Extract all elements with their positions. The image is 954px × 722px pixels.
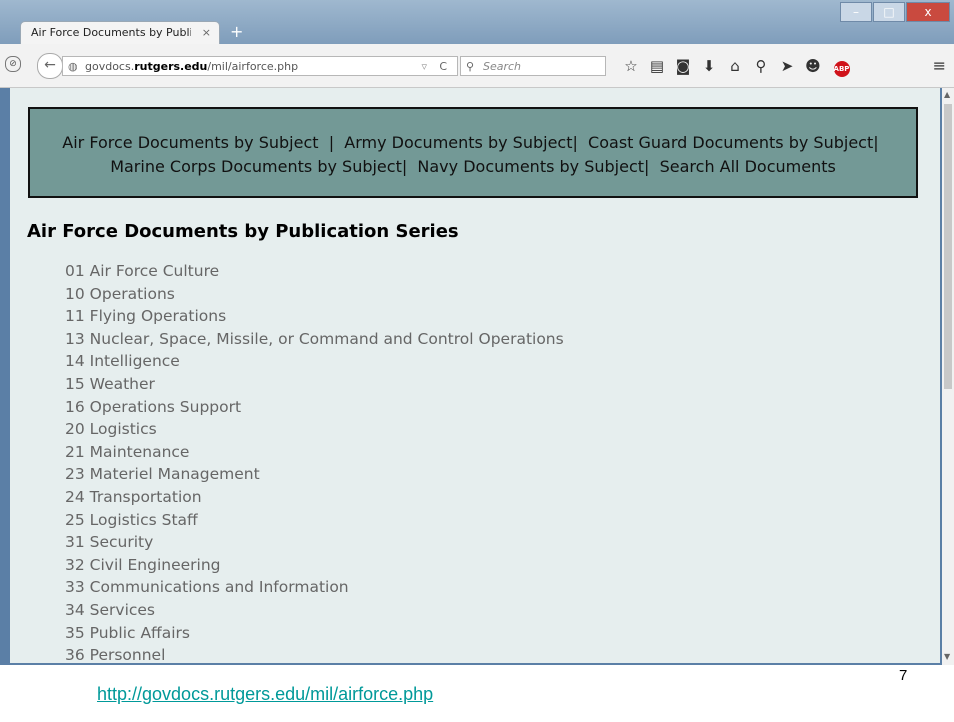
pocket-icon[interactable]: ◙ <box>670 56 696 77</box>
series-link-16[interactable]: 16 Operations Support <box>65 396 564 419</box>
search-input[interactable]: ⚲ Search <box>460 56 606 76</box>
series-link-24[interactable]: 24 Transportation <box>65 486 564 509</box>
series-link-35[interactable]: 35 Public Affairs <box>65 622 564 645</box>
page-title: Air Force Documents by Publication Serie… <box>27 221 459 242</box>
series-link-25[interactable]: 25 Logistics Staff <box>65 509 564 532</box>
sidebar-icon[interactable]: ⊘ <box>5 56 21 72</box>
series-link-34[interactable]: 34 Services <box>65 599 564 622</box>
page-content: Air Force Documents by Subject | Army Do… <box>10 88 940 663</box>
toolbar-icons: ☆ ▤ ◙ ⬇ ⌂ ⚲ ➤ ☻ ABP <box>618 56 852 77</box>
search-icon: ⚲ <box>466 60 475 73</box>
series-link-10[interactable]: 10 Operations <box>65 283 564 306</box>
link-army-by-subject[interactable]: Army Documents by Subject <box>344 133 572 152</box>
vertical-scrollbar[interactable]: ▲ ▼ <box>942 88 954 665</box>
send-icon[interactable]: ➤ <box>774 56 800 77</box>
series-list: 01 Air Force Culture 10 Operations 11 Fl… <box>65 260 564 663</box>
link-coast-guard-by-subject[interactable]: Coast Guard Documents by Subject <box>588 133 873 152</box>
link-marine-corps-by-subject[interactable]: Marine Corps Documents by Subject <box>110 157 402 176</box>
window-controls: – □ x <box>839 2 950 22</box>
bookmark-star-icon[interactable]: ☆ <box>618 56 644 77</box>
separator: | <box>572 133 578 152</box>
adblock-icon[interactable]: ABP <box>826 56 852 77</box>
slide-number: 7 <box>899 667 908 684</box>
series-link-33[interactable]: 33 Communications and Information <box>65 576 564 599</box>
slide-url-link[interactable]: http://govdocs.rutgers.edu/mil/airforce.… <box>97 684 433 705</box>
series-link-32[interactable]: 32 Civil Engineering <box>65 554 564 577</box>
reading-list-icon[interactable]: ▤ <box>644 56 670 77</box>
separator: | <box>328 133 335 152</box>
title-bar: Air Force Documents by Public... × + – □… <box>0 0 954 44</box>
tab-title: Air Force Documents by Public... <box>31 26 191 39</box>
series-link-01[interactable]: 01 Air Force Culture <box>65 260 564 283</box>
series-link-14[interactable]: 14 Intelligence <box>65 350 564 373</box>
series-link-21[interactable]: 21 Maintenance <box>65 441 564 464</box>
home-icon[interactable]: ⌂ <box>722 56 748 77</box>
address-bar[interactable]: ◍ govdocs.rutgers.edu/mil/airforce.php ▿… <box>62 56 458 76</box>
back-button[interactable]: ← <box>37 53 63 79</box>
separator: | <box>401 157 408 176</box>
site-info-icon[interactable]: ◍ <box>68 57 78 77</box>
separator: | <box>644 157 650 176</box>
menu-icon[interactable]: ≡ <box>933 56 946 75</box>
download-icon[interactable]: ⬇ <box>696 56 722 77</box>
series-link-11[interactable]: 11 Flying Operations <box>65 305 564 328</box>
history-dropdown-icon[interactable]: ▿ <box>421 57 427 77</box>
reload-icon[interactable]: C <box>439 57 447 77</box>
link-search-all-documents[interactable]: Search All Documents <box>660 157 836 176</box>
series-link-23[interactable]: 23 Materiel Management <box>65 463 564 486</box>
search-placeholder: Search <box>483 60 522 73</box>
subject-nav-box: Air Force Documents by Subject | Army Do… <box>28 107 918 198</box>
link-air-force-by-subject[interactable]: Air Force Documents by Subject <box>62 133 318 152</box>
separator: | <box>873 133 879 152</box>
minimize-button[interactable]: – <box>840 2 872 22</box>
series-link-15[interactable]: 15 Weather <box>65 373 564 396</box>
browser-tab[interactable]: Air Force Documents by Public... × <box>20 21 220 44</box>
navigation-toolbar: ⊘ ← ◍ govdocs.rutgers.edu/mil/airforce.p… <box>0 44 954 88</box>
tab-close-icon[interactable]: × <box>202 22 211 44</box>
series-link-36[interactable]: 36 Personnel <box>65 644 564 663</box>
series-link-31[interactable]: 31 Security <box>65 531 564 554</box>
link-navy-by-subject[interactable]: Navy Documents by Subject <box>417 157 644 176</box>
series-link-13[interactable]: 13 Nuclear, Space, Missile, or Command a… <box>65 328 564 351</box>
scroll-down-icon[interactable]: ▼ <box>944 652 950 661</box>
scroll-up-icon[interactable]: ▲ <box>944 90 950 99</box>
url-path: /mil/airforce.php <box>207 60 299 73</box>
close-window-button[interactable]: x <box>906 2 950 22</box>
maximize-button[interactable]: □ <box>873 2 905 22</box>
new-tab-button[interactable]: + <box>230 22 243 41</box>
zoom-search-icon[interactable]: ⚲ <box>748 56 774 77</box>
url-host: rutgers.edu <box>134 60 208 73</box>
chat-icon[interactable]: ☻ <box>800 56 826 77</box>
series-link-20[interactable]: 20 Logistics <box>65 418 564 441</box>
scrollbar-thumb[interactable] <box>944 104 952 389</box>
url-prefix: govdocs. <box>85 60 135 73</box>
